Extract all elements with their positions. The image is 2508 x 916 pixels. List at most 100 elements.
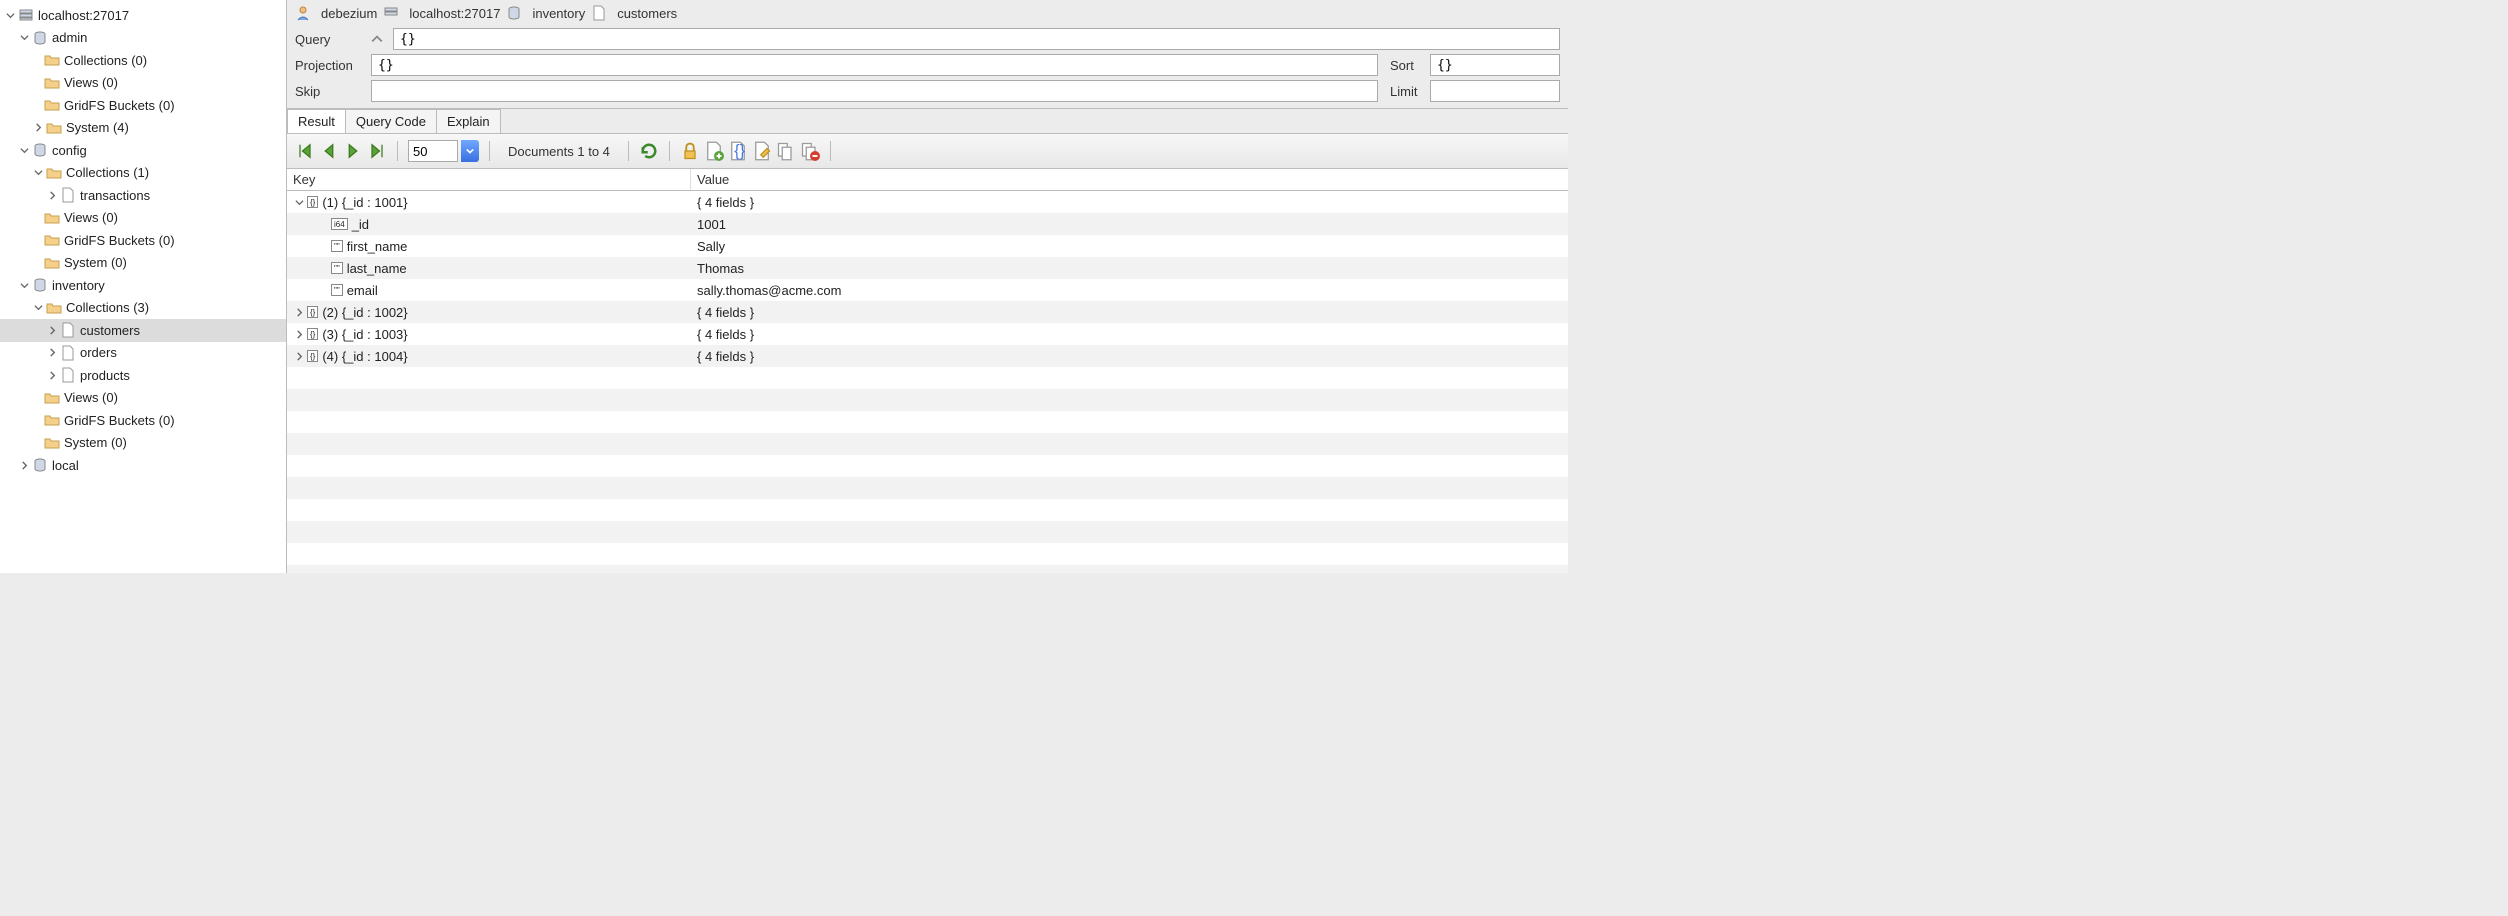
view-document-icon[interactable]: {} bbox=[728, 141, 748, 161]
tree-collection-customers[interactable]: customers bbox=[0, 319, 286, 342]
main-panel: debezium localhost:27017 inventory custo… bbox=[287, 0, 1568, 573]
tree-node-label: Views (0) bbox=[64, 210, 118, 225]
chevron-down-icon[interactable] bbox=[32, 302, 44, 314]
chevron-down-icon[interactable] bbox=[18, 32, 30, 44]
copy-document-icon[interactable] bbox=[776, 141, 796, 161]
tree-collection-transactions[interactable]: transactions bbox=[0, 184, 286, 207]
tree-db-label: inventory bbox=[52, 278, 105, 293]
query-section: Query Projection Sort Skip Limit bbox=[287, 26, 1568, 108]
tree-node-gridfs[interactable]: GridFS Buckets (0) bbox=[0, 229, 286, 252]
tab-query-code[interactable]: Query Code bbox=[345, 109, 437, 133]
database-icon bbox=[32, 30, 48, 46]
chevron-right-icon[interactable] bbox=[46, 347, 58, 359]
column-value[interactable]: Value bbox=[691, 169, 1568, 190]
document-icon bbox=[60, 345, 76, 361]
type-badge: "" bbox=[331, 262, 343, 274]
tree-node-label: System (0) bbox=[64, 435, 127, 450]
tree-db-config[interactable]: config bbox=[0, 139, 286, 162]
result-value: Sally bbox=[691, 239, 1568, 254]
result-key: first_name bbox=[347, 239, 408, 254]
limit-input[interactable] bbox=[1430, 80, 1560, 102]
query-input[interactable] bbox=[393, 28, 1560, 50]
edit-document-icon[interactable] bbox=[752, 141, 772, 161]
last-page-icon[interactable] bbox=[367, 141, 387, 161]
projection-input[interactable] bbox=[371, 54, 1378, 76]
chevron-right-icon[interactable] bbox=[46, 369, 58, 381]
tree-node-gridfs[interactable]: GridFS Buckets (0) bbox=[0, 409, 286, 432]
page-size-select[interactable] bbox=[408, 140, 458, 162]
chevron-right-icon[interactable] bbox=[293, 328, 305, 340]
folder-icon bbox=[44, 97, 60, 113]
chevron-right-icon[interactable] bbox=[32, 122, 44, 134]
tree-node-gridfs[interactable]: GridFS Buckets (0) bbox=[0, 94, 286, 117]
next-page-icon[interactable] bbox=[343, 141, 363, 161]
tree-node-label: Views (0) bbox=[64, 390, 118, 405]
chevron-down-icon[interactable] bbox=[32, 167, 44, 179]
result-key: (2) {_id : 1002} bbox=[322, 305, 407, 320]
first-page-icon[interactable] bbox=[295, 141, 315, 161]
tree-node-views[interactable]: Views (0) bbox=[0, 387, 286, 410]
tree-coll-label: orders bbox=[80, 345, 117, 360]
projection-label: Projection bbox=[295, 58, 365, 73]
chevron-right-icon[interactable] bbox=[293, 350, 305, 362]
chevron-down-icon[interactable] bbox=[293, 196, 305, 208]
type-badge: {} bbox=[307, 328, 318, 340]
tree-node-views[interactable]: Views (0) bbox=[0, 207, 286, 230]
tree-collection-orders[interactable]: orders bbox=[0, 342, 286, 365]
result-row[interactable]: {}(1) {_id : 1001}{ 4 fields } bbox=[287, 191, 1568, 213]
chevron-down-icon[interactable] bbox=[18, 279, 30, 291]
tree-node-label: Collections (3) bbox=[66, 300, 149, 315]
lock-icon[interactable] bbox=[680, 141, 700, 161]
tab-result[interactable]: Result bbox=[287, 109, 346, 133]
result-row[interactable]: {}(2) {_id : 1002}{ 4 fields } bbox=[287, 301, 1568, 323]
tree-root[interactable]: localhost:27017 bbox=[0, 4, 286, 27]
folder-icon bbox=[44, 210, 60, 226]
chevron-right-icon[interactable] bbox=[46, 324, 58, 336]
tree-coll-label: customers bbox=[80, 323, 140, 338]
skip-input[interactable] bbox=[371, 80, 1378, 102]
chevron-right-icon[interactable] bbox=[293, 306, 305, 318]
tree-node-collections[interactable]: Collections (0) bbox=[0, 49, 286, 72]
result-row[interactable]: {}(3) {_id : 1003}{ 4 fields } bbox=[287, 323, 1568, 345]
add-document-icon[interactable] bbox=[704, 141, 724, 161]
chevron-right-icon[interactable] bbox=[18, 459, 30, 471]
chevron-down-icon[interactable] bbox=[18, 144, 30, 156]
result-row[interactable]: ""last_nameThomas bbox=[287, 257, 1568, 279]
result-row[interactable]: i64_id1001 bbox=[287, 213, 1568, 235]
column-key[interactable]: Key bbox=[287, 169, 691, 190]
tree-node-label: System (0) bbox=[64, 255, 127, 270]
chevron-down-icon[interactable] bbox=[4, 9, 16, 21]
tree-node-views[interactable]: Views (0) bbox=[0, 72, 286, 95]
empty-row bbox=[287, 411, 1568, 433]
empty-row bbox=[287, 499, 1568, 521]
tree-node-collections[interactable]: Collections (3) bbox=[0, 297, 286, 320]
result-row[interactable]: ""emailsally.thomas@acme.com bbox=[287, 279, 1568, 301]
folder-icon bbox=[46, 300, 62, 316]
tree-node-system[interactable]: System (0) bbox=[0, 252, 286, 275]
refresh-icon[interactable] bbox=[639, 141, 659, 161]
separator bbox=[489, 141, 490, 161]
tree-node-collections[interactable]: Collections (1) bbox=[0, 162, 286, 185]
result-value: { 4 fields } bbox=[691, 327, 1568, 342]
chevron-right-icon[interactable] bbox=[46, 189, 58, 201]
tree-node-system[interactable]: System (4) bbox=[0, 117, 286, 140]
dropdown-arrow-icon[interactable] bbox=[461, 140, 479, 162]
tree-collection-products[interactable]: products bbox=[0, 364, 286, 387]
tree-db-admin[interactable]: admin bbox=[0, 27, 286, 50]
tree-db-label: admin bbox=[52, 30, 87, 45]
empty-row bbox=[287, 389, 1568, 411]
sort-input[interactable] bbox=[1430, 54, 1560, 76]
result-row[interactable]: ""first_nameSally bbox=[287, 235, 1568, 257]
limit-label: Limit bbox=[1390, 84, 1424, 99]
prev-page-icon[interactable] bbox=[319, 141, 339, 161]
result-row[interactable]: {}(4) {_id : 1004}{ 4 fields } bbox=[287, 345, 1568, 367]
document-icon bbox=[60, 367, 76, 383]
folder-icon bbox=[44, 255, 60, 271]
tree-db-inventory[interactable]: inventory bbox=[0, 274, 286, 297]
breadcrumb-collection: customers bbox=[617, 6, 677, 21]
tab-explain[interactable]: Explain bbox=[436, 109, 501, 133]
tree-db-local[interactable]: local bbox=[0, 454, 286, 477]
collapse-icon[interactable] bbox=[371, 31, 383, 47]
tree-node-system[interactable]: System (0) bbox=[0, 432, 286, 455]
delete-document-icon[interactable] bbox=[800, 141, 820, 161]
